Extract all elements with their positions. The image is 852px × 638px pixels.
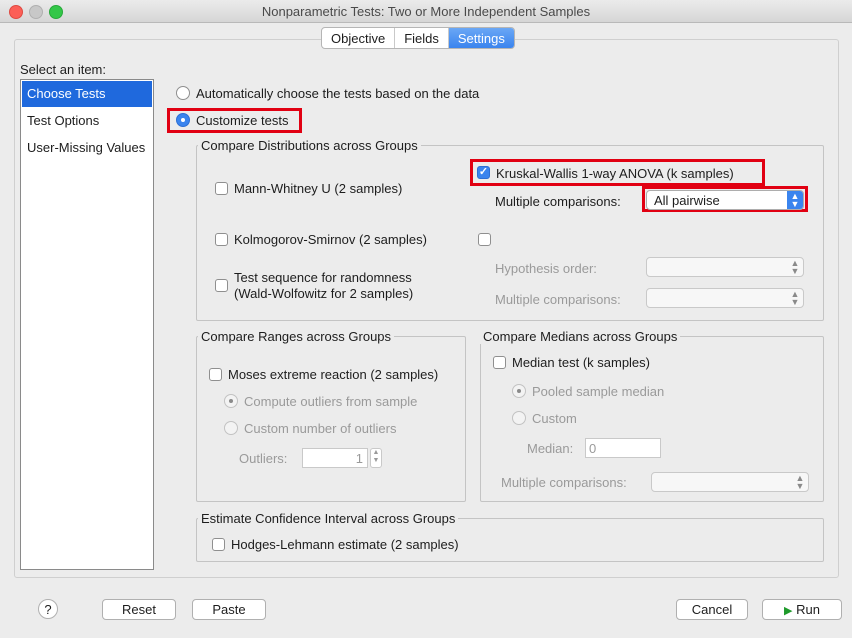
- help-button[interactable]: ?: [38, 599, 58, 619]
- confidence-interval-title: Estimate Confidence Interval across Grou…: [198, 511, 459, 526]
- custom-median-label: Custom: [532, 411, 577, 426]
- chevron-updown-icon: ▲ ▼: [787, 191, 803, 209]
- median-input[interactable]: 0: [585, 438, 661, 458]
- auto-choose-radio[interactable]: [176, 86, 190, 100]
- tab-settings[interactable]: Settings: [448, 28, 514, 48]
- run-button[interactable]: ▶ Run: [762, 599, 842, 620]
- hodges-lehmann-label: Hodges-Lehmann estimate (2 samples): [231, 537, 459, 552]
- cancel-button[interactable]: Cancel: [676, 599, 748, 620]
- median-label: Median:: [527, 441, 574, 456]
- run-label: Run: [796, 602, 820, 617]
- item-list: Choose Tests Test Options User-Missing V…: [20, 79, 154, 570]
- chevron-updown-icon: ▲ ▼: [790, 289, 800, 307]
- median-multiple-comparisons-dropdown[interactable]: ▲ ▼: [651, 472, 809, 492]
- auto-choose-label: Automatically choose the tests based on …: [196, 86, 480, 101]
- moses-label: Moses extreme reaction (2 samples): [228, 367, 439, 382]
- multiple-comparisons-value: All pairwise: [654, 193, 720, 208]
- outliers-stepper[interactable]: ▲ ▼: [370, 448, 382, 468]
- custom-median-radio[interactable]: [512, 411, 526, 425]
- window-title: Nonparametric Tests: Two or More Indepen…: [261, 4, 591, 19]
- multiple-comparisons-dropdown[interactable]: All pairwise ▲ ▼: [646, 190, 804, 210]
- compare-ranges-group: [196, 336, 466, 502]
- outliers-label: Outliers:: [239, 451, 288, 466]
- pooled-median-label: Pooled sample median: [532, 384, 665, 399]
- kruskal-wallis-label: Kruskal-Wallis 1-way ANOVA (k samples): [496, 166, 734, 181]
- outliers-value: 1: [355, 451, 363, 466]
- title-bar: Nonparametric Tests: Two or More Indepen…: [0, 0, 852, 23]
- compare-medians-title: Compare Medians across Groups: [480, 329, 681, 344]
- sidebar-item-user-missing-values[interactable]: User-Missing Values: [22, 135, 152, 161]
- chevron-updown-icon: ▲ ▼: [790, 258, 800, 276]
- custom-outliers-radio[interactable]: [224, 421, 238, 435]
- randomness-label-line1: Test sequence for randomness: [234, 270, 412, 285]
- kruskal-wallis-checkbox[interactable]: ✓: [477, 166, 490, 179]
- kolmogorov-smirnov-checkbox[interactable]: [215, 233, 228, 246]
- customize-tests-label: Customize tests: [196, 113, 289, 128]
- median-multiple-comparisons-label: Multiple comparisons:: [501, 475, 627, 490]
- hypothesis-order-label: Hypothesis order:: [495, 261, 597, 276]
- tab-fields[interactable]: Fields: [395, 28, 449, 48]
- custom-outliers-label: Custom number of outliers: [244, 421, 397, 436]
- sidebar-item-test-options[interactable]: Test Options: [22, 108, 152, 134]
- median-value: 0: [589, 441, 597, 456]
- multiple-comparisons-label: Multiple comparisons:: [495, 194, 621, 209]
- reset-button[interactable]: Reset: [102, 599, 176, 620]
- multiple-comparisons2-dropdown[interactable]: ▲ ▼: [646, 288, 804, 308]
- hypothesis-order-dropdown[interactable]: ▲ ▼: [646, 257, 804, 277]
- mann-whitney-checkbox[interactable]: [215, 182, 228, 195]
- moses-checkbox[interactable]: [209, 368, 222, 381]
- tab-bar: Objective Fields Settings: [321, 27, 515, 49]
- kolmogorov-smirnov-label: Kolmogorov-Smirnov (2 samples): [234, 232, 427, 247]
- median-test-label: Median test (k samples): [512, 355, 650, 370]
- chevron-updown-icon: ▲ ▼: [795, 473, 805, 491]
- sidebar-item-choose-tests[interactable]: Choose Tests: [22, 81, 152, 107]
- paste-button[interactable]: Paste: [192, 599, 266, 620]
- hodges-lehmann-checkbox[interactable]: [212, 538, 225, 551]
- multiple-comparisons2-label: Multiple comparisons:: [495, 292, 621, 307]
- outliers-input[interactable]: 1: [302, 448, 368, 468]
- randomness-checkbox[interactable]: [215, 279, 228, 292]
- compare-ranges-title: Compare Ranges across Groups: [198, 329, 395, 344]
- mann-whitney-label: Mann-Whitney U (2 samples): [234, 181, 403, 196]
- ordered-alternatives-checkbox[interactable]: [478, 233, 491, 246]
- pooled-median-radio[interactable]: [512, 384, 526, 398]
- customize-tests-radio[interactable]: [176, 113, 190, 127]
- randomness-label-line2: (Wald-Wolfowitz for 2 samples): [234, 286, 414, 301]
- compute-outliers-label: Compute outliers from sample: [244, 394, 418, 409]
- select-item-heading: Select an item:: [20, 62, 106, 77]
- tab-objective[interactable]: Objective: [322, 28, 396, 48]
- play-icon: ▶: [784, 605, 793, 617]
- compare-distributions-title: Compare Distributions across Groups: [198, 138, 421, 153]
- compute-outliers-radio[interactable]: [224, 394, 238, 408]
- median-test-checkbox[interactable]: [493, 356, 506, 369]
